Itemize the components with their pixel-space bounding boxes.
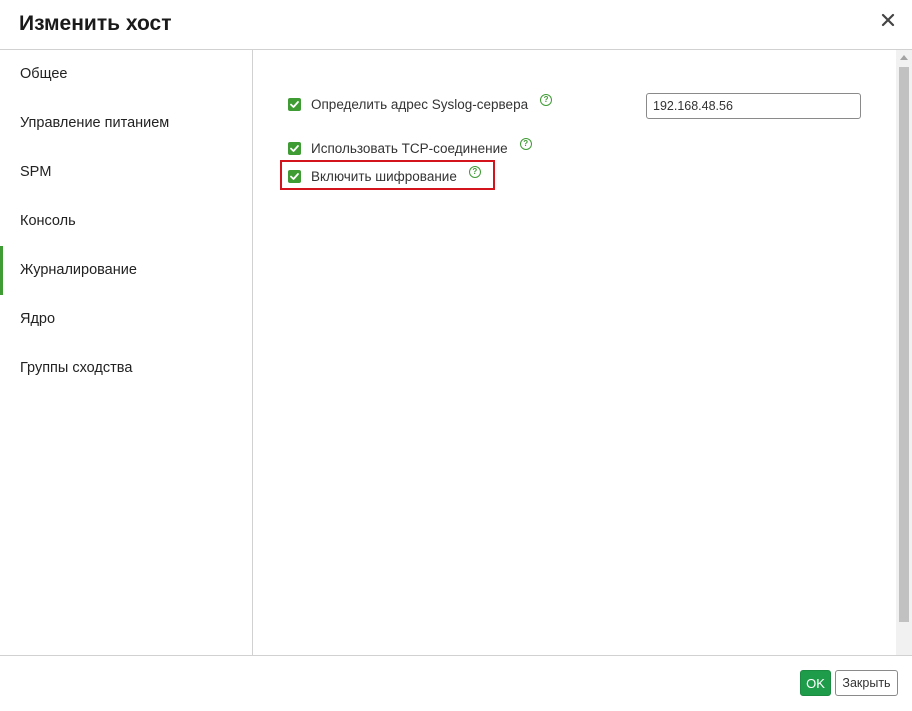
close-icon-glyph [881, 13, 895, 27]
sidebar-item-general[interactable]: Общее [0, 50, 252, 99]
syslog-address-input[interactable] [646, 93, 861, 119]
close-icon[interactable] [878, 10, 898, 30]
logging-panel: Определить адрес Syslog-сервера ? Исполь… [253, 50, 912, 655]
content-scrollbar[interactable] [896, 50, 912, 655]
sidebar-item-kernel[interactable]: Ядро [0, 295, 252, 344]
tcp-connection-row: Использовать TCP-соединение ? [288, 138, 532, 158]
close-button[interactable]: Закрыть [835, 670, 898, 696]
syslog-address-checkbox[interactable] [288, 97, 301, 111]
sidebar-item-power-management[interactable]: Управление питанием [0, 99, 252, 148]
checkmark-icon [290, 172, 299, 180]
sidebar-item-logging[interactable]: Журналирование [0, 246, 252, 295]
help-icon[interactable]: ? [540, 94, 553, 106]
ok-button[interactable]: OK [800, 670, 831, 696]
dialog-title: Изменить хост [19, 12, 172, 35]
help-icon[interactable]: ? [468, 166, 481, 178]
encryption-row: Включить шифрование ? [288, 166, 481, 186]
dialog-sidebar: Общее Управление питанием SPM Консоль Жу… [0, 50, 253, 655]
tcp-connection-label: Использовать TCP-соединение [311, 140, 508, 156]
sidebar-item-affinity-groups[interactable]: Группы сходства [0, 344, 252, 393]
checkmark-icon [290, 144, 299, 152]
checkmark-icon [290, 100, 299, 108]
scroll-up-arrow-icon[interactable] [900, 55, 908, 60]
syslog-address-row: Определить адрес Syslog-сервера ? [288, 94, 553, 114]
edit-host-dialog: Изменить хост Общее Управление питанием … [0, 0, 912, 711]
dialog-footer: OK Закрыть [0, 655, 912, 711]
tcp-connection-checkbox[interactable] [288, 141, 301, 155]
dialog-header: Изменить хост [0, 0, 912, 50]
sidebar-item-spm[interactable]: SPM [0, 148, 252, 197]
help-icon[interactable]: ? [519, 138, 532, 150]
scrollbar-thumb[interactable] [899, 67, 909, 622]
encryption-label: Включить шифрование [311, 168, 457, 184]
encryption-checkbox[interactable] [288, 169, 301, 183]
syslog-address-label: Определить адрес Syslog-сервера [311, 96, 529, 112]
sidebar-item-console[interactable]: Консоль [0, 197, 252, 246]
